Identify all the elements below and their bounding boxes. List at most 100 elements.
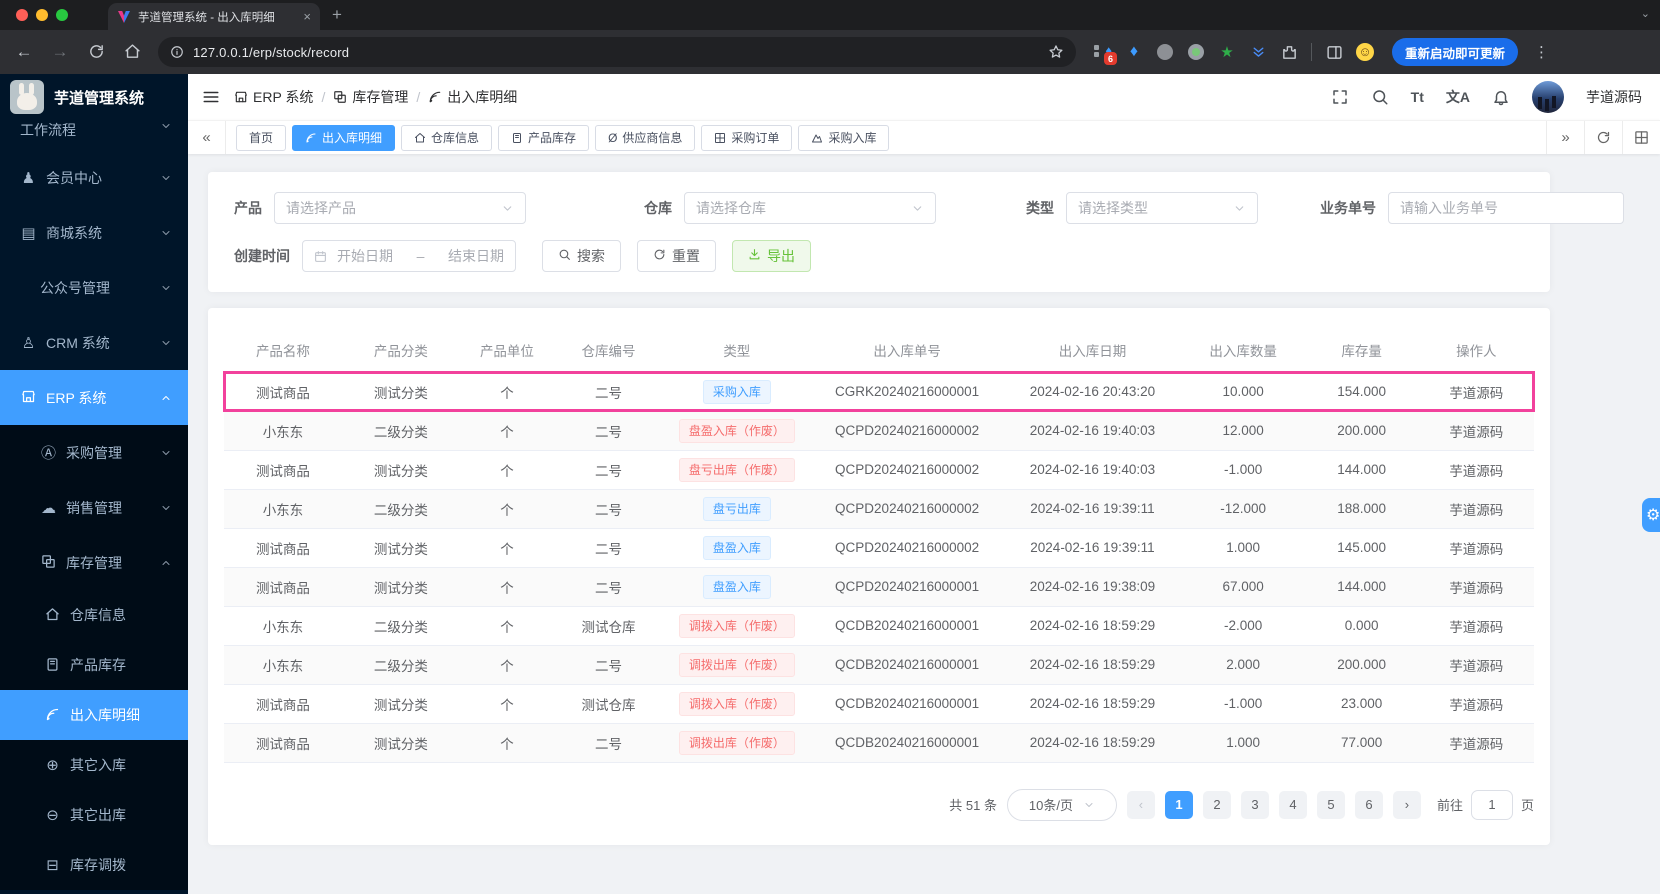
page-button-3[interactable]: 3 [1240, 790, 1269, 819]
sidebar-item-workflow[interactable]: 工作流程 [0, 120, 188, 150]
tab-home[interactable]: 首页 [236, 124, 287, 151]
reset-button[interactable]: 重置 [637, 240, 716, 272]
tab-product-stock[interactable]: 产品库存 [498, 124, 590, 151]
sidebar-item-stock-record[interactable]: 出入库明细 [0, 690, 188, 740]
table-row[interactable]: 测试商品 测试分类个测试仓库 调拨入库（作废） QCDB20240216000001 2… [224, 684, 1534, 724]
notification-bell-icon[interactable] [1492, 88, 1510, 106]
table-row[interactable]: 小东东 二级分类个二号 盘盈入库（作废） QCPD20240216000002 2024… [224, 411, 1534, 451]
tab-title: 芋道管理系统 - 出入库明细 [138, 11, 275, 24]
table-row[interactable]: 测试商品 测试分类个二号 采购入库 CGRK20240216000001 2024-02… [223, 371, 1535, 412]
browser-tab[interactable]: 芋道管理系统 - 出入库明细 × [108, 3, 320, 30]
extensions-puzzle-icon[interactable] [1280, 43, 1298, 61]
site-info-icon[interactable] [170, 45, 184, 59]
sidebar-item-mall-system[interactable]: ▤ 商城系统 [0, 205, 188, 260]
address-bar[interactable]: 127.0.0.1/erp/stock/record [158, 37, 1076, 67]
sidebar-item-stock-mgmt[interactable]: 库存管理 [0, 535, 188, 590]
tags-layout-icon[interactable] [1622, 121, 1660, 154]
cell-operator: 芋道源码 [1418, 684, 1534, 724]
language-icon[interactable]: 文A [1446, 87, 1470, 107]
sidebar-item-erp-system[interactable]: ERP 系统 [0, 370, 188, 425]
create-time-range-picker[interactable]: 开始日期 – 结束日期 [302, 240, 516, 272]
breadcrumb-item-stock-mgmt[interactable]: 库存管理 [333, 87, 408, 107]
sidebar-item-other-in[interactable]: ⊕ 其它入库 [0, 740, 188, 790]
extension-gray-icon[interactable] [1156, 43, 1174, 61]
window-close-button[interactable] [16, 9, 28, 21]
page-button-2[interactable]: 2 [1202, 790, 1231, 819]
table-row[interactable]: 小东东 二级分类个二号 调拨出库（作废） QCDB20240216000001 2024… [224, 645, 1534, 685]
extension-green-circle-icon[interactable] [1187, 43, 1205, 61]
sidebar-item-member-center[interactable]: ♟ 会员中心 [0, 150, 188, 205]
collapse-menu-icon[interactable] [202, 88, 220, 106]
extension-gem-icon[interactable]: ♦ [1125, 43, 1143, 61]
type-select[interactable]: 请选择类型 [1066, 192, 1258, 224]
tab-search-chevron-icon[interactable]: ⌄ [1641, 7, 1650, 20]
tab-purchase-in[interactable]: 采购入库 [798, 124, 890, 151]
extension-double-chevron-icon[interactable] [1249, 43, 1267, 61]
user-avatar[interactable] [1532, 81, 1564, 113]
breadcrumb-item-erp-system[interactable]: ERP 系统 [234, 87, 313, 107]
bookmark-star-icon[interactable] [1048, 44, 1070, 60]
window-zoom-button[interactable] [56, 9, 68, 21]
back-button[interactable]: ← [10, 42, 38, 62]
tab-supplier-info[interactable]: Ø 供应商信息 [595, 124, 696, 151]
extension-star-icon[interactable]: ★ [1218, 43, 1236, 61]
table-row[interactable]: 小东东 二级分类个二号 盘亏出库 QCPD20240216000002 2024-02-… [224, 489, 1534, 529]
table-row[interactable]: 测试商品 测试分类个二号 调拨出库（作废） QCDB20240216000001 202… [224, 723, 1534, 763]
table-row[interactable]: 测试商品 测试分类个二号 盘盈入库 QCPD20240216000001 2024-02… [224, 567, 1534, 607]
tab-stock-record[interactable]: 出入库明细 [292, 124, 396, 151]
sidebar-item-product-stock[interactable]: 产品库存 [0, 640, 188, 690]
sidebar-item-purchase-mgmt[interactable]: Ⓐ 采购管理 [0, 425, 188, 480]
new-tab-button[interactable]: + [332, 5, 342, 25]
table-row[interactable]: 测试商品 测试分类个二号 盘亏出库（作废） QCPD20240216000002 202… [224, 450, 1534, 490]
sidebar-item-other-out[interactable]: ⊖ 其它出库 [0, 790, 188, 840]
page-button-6[interactable]: 6 [1354, 790, 1383, 819]
sidebar-item-warehouse-info[interactable]: 仓库信息 [0, 590, 188, 640]
cell-warehouse-no: 测试仓库 [554, 606, 663, 646]
page-button-5[interactable]: 5 [1316, 790, 1345, 819]
window-minimize-button[interactable] [36, 9, 48, 21]
cell-record-date: 2024-02-16 19:40:03 [1003, 450, 1182, 490]
sidebar-logo-row[interactable]: 芋道管理系统 [0, 74, 188, 120]
page-button-1[interactable]: 1 [1164, 790, 1193, 819]
breadcrumb-item-stock-record[interactable]: 出入库明细 [428, 87, 517, 107]
table-row[interactable]: 小东东 二级分类个测试仓库 调拨入库（作废） QCDB20240216000001 20… [224, 606, 1534, 646]
chrome-update-button[interactable]: 重新启动即可更新 [1392, 38, 1519, 66]
chrome-menu-icon[interactable]: ⋮ [1534, 43, 1549, 61]
tags-scroll-left-icon[interactable]: « [188, 121, 226, 154]
user-name[interactable]: 芋道源码 [1586, 87, 1642, 107]
font-size-icon[interactable]: Tt [1411, 89, 1424, 105]
page-button-4[interactable]: 4 [1278, 790, 1307, 819]
search-button[interactable]: 搜索 [542, 240, 621, 272]
extension-badged-icon[interactable]: ♦ 6 [1094, 43, 1117, 65]
sidebar-item-official-account[interactable]: 公众号管理 [0, 260, 188, 315]
export-button[interactable]: 导出 [732, 240, 811, 272]
prev-page-button[interactable]: ‹ [1126, 790, 1155, 819]
other-in-icon: ⊕ [46, 757, 59, 774]
product-select[interactable]: 请选择产品 [274, 192, 526, 224]
warehouse-select[interactable]: 请选择仓库 [684, 192, 936, 224]
chevron-down-icon [911, 202, 924, 215]
forward-button[interactable]: → [46, 42, 74, 62]
home-button[interactable] [118, 42, 146, 62]
tags-scroll-right-icon[interactable]: » [1546, 121, 1584, 154]
profile-emoji-avatar[interactable]: ☺ [1356, 43, 1374, 61]
goto-page-input[interactable] [1470, 789, 1513, 820]
tags-refresh-icon[interactable] [1584, 121, 1622, 154]
fullscreen-icon[interactable] [1331, 88, 1349, 106]
sidebar-item-stock-transfer[interactable]: ⊟ 库存调拨 [0, 840, 188, 890]
bizno-input[interactable] [1400, 193, 1612, 223]
next-page-button[interactable]: › [1392, 790, 1421, 819]
cell-warehouse-no: 测试仓库 [554, 684, 663, 724]
theme-settings-button[interactable]: ⚙ [1642, 498, 1660, 532]
sidebar-item-sales-mgmt[interactable]: ☁ 销售管理 [0, 480, 188, 535]
tab-warehouse-info[interactable]: 仓库信息 [401, 124, 493, 151]
table-row[interactable]: 测试商品 测试分类个二号 盘盈入库 QCPD20240216000002 2024-02… [224, 528, 1534, 568]
sidebar-item-crm-system[interactable]: ♙ CRM 系统 [0, 315, 188, 370]
tab-close-icon[interactable]: × [303, 9, 311, 24]
reload-button[interactable] [82, 42, 110, 62]
search-icon[interactable] [1371, 88, 1389, 106]
tab-purchase-order[interactable]: 采购订单 [701, 124, 793, 151]
page-size-select[interactable]: 10条/页 [1006, 788, 1117, 821]
side-panel-icon[interactable] [1325, 43, 1343, 61]
record-icon [428, 89, 442, 105]
